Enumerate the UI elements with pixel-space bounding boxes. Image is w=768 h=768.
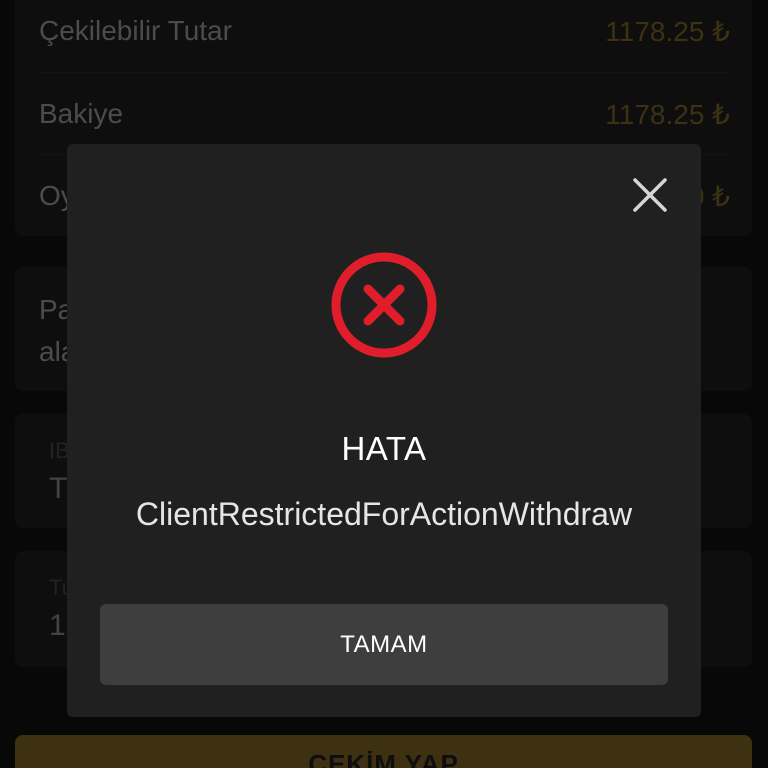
- error-circle-x-icon: [329, 250, 439, 360]
- close-icon[interactable]: [629, 174, 671, 216]
- dialog-title: HATA: [341, 430, 427, 467]
- error-dialog: HATA ClientRestrictedForActionWithdraw T…: [67, 144, 701, 717]
- ok-button[interactable]: TAMAM: [100, 604, 668, 685]
- dialog-message: ClientRestrictedForActionWithdraw: [135, 496, 633, 532]
- withdraw-page: Çekilebilir Tutar 1178.25 ₺ Bakiye 1178.…: [0, 0, 768, 768]
